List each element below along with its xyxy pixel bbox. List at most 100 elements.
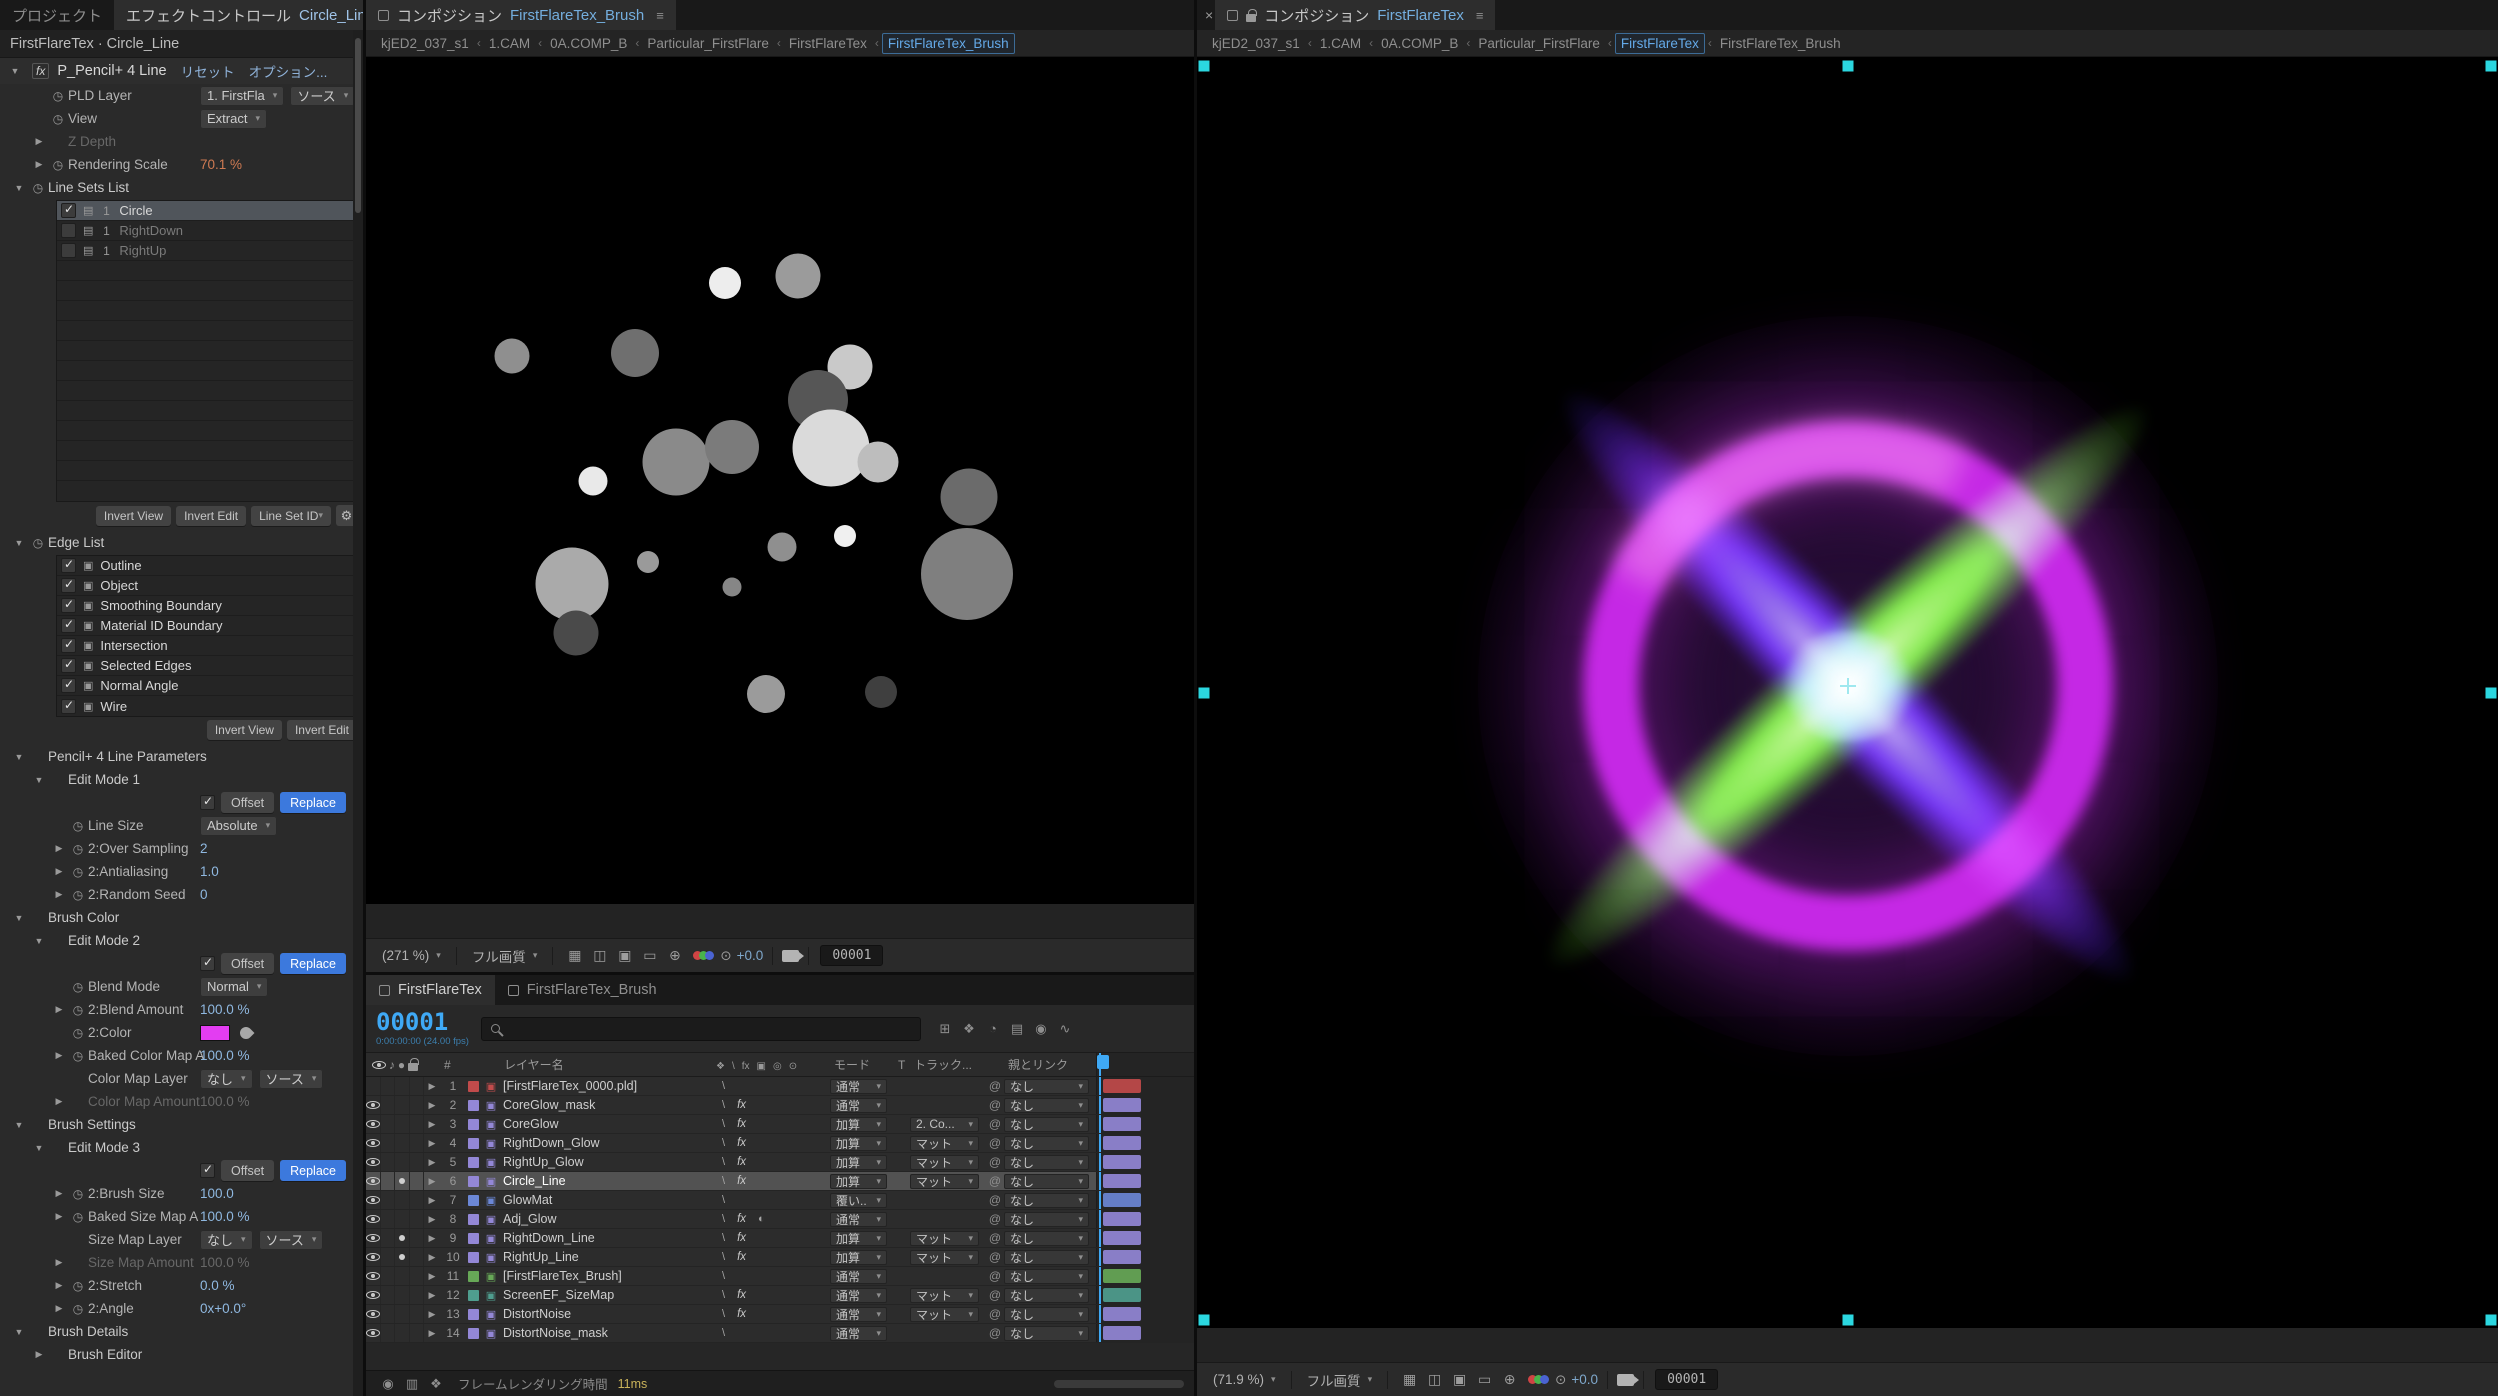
edge-list-row[interactable]: ▣Selected Edges xyxy=(57,656,356,676)
motion-blur-icon[interactable]: ◉ xyxy=(1029,1019,1053,1039)
layer-duration-bar[interactable] xyxy=(1103,1136,1141,1150)
pick-whip-icon[interactable]: @ xyxy=(986,1155,1004,1169)
lock-toggle[interactable] xyxy=(410,1210,424,1228)
invert-edit-button[interactable]: Invert Edit xyxy=(287,720,357,740)
view-options-icon[interactable]: ⊕ xyxy=(662,945,687,966)
invert-edit-button[interactable]: Invert Edit xyxy=(176,506,246,526)
layer-row[interactable]: ▶1▣[FirstFlareTex_0000.pld]\通常▾@なし▾ xyxy=(366,1077,1194,1096)
quality-switch-icon[interactable]: \ xyxy=(722,1289,725,1301)
mask-toggle-icon[interactable]: ◫ xyxy=(1422,1369,1447,1390)
fx-badge-icon[interactable]: fx xyxy=(737,1232,746,1244)
selection-handle[interactable] xyxy=(2486,61,2497,72)
stopwatch-icon[interactable]: ◷ xyxy=(68,842,88,856)
eye-toggle[interactable] xyxy=(366,1134,381,1152)
layer-name[interactable]: [FirstFlareTex_Brush] xyxy=(500,1269,712,1283)
selection-handle[interactable] xyxy=(2486,1315,2497,1326)
twirl-icon[interactable]: ▶ xyxy=(30,159,48,170)
selection-handle[interactable] xyxy=(1842,61,1853,72)
layer-twirl-icon[interactable]: ▶ xyxy=(424,1233,440,1244)
twirl-icon[interactable]: ▼ xyxy=(30,775,48,785)
solo-toggle[interactable] xyxy=(395,1077,410,1095)
layer-row[interactable]: ▶11▣[FirstFlareTex_Brush]\通常▾@なし▾ xyxy=(366,1267,1194,1286)
zoom-dropdown[interactable]: (71.9 %)▾ xyxy=(1207,1370,1282,1389)
mode-dropdown[interactable]: 覆い..▾ xyxy=(830,1193,887,1208)
stopwatch-icon[interactable]: ◷ xyxy=(68,1026,88,1040)
transparency-grid-icon[interactable]: ▦ xyxy=(1397,1369,1422,1390)
pick-whip-icon[interactable]: @ xyxy=(986,1117,1004,1131)
layer-twirl-icon[interactable]: ▶ xyxy=(424,1100,440,1111)
edge-checkbox[interactable] xyxy=(61,638,76,653)
line-set-empty-row[interactable] xyxy=(57,361,356,381)
audio-toggle[interactable] xyxy=(381,1096,395,1114)
param-value[interactable]: 100.0 % xyxy=(200,1002,250,1017)
trkmat-dropdown[interactable] xyxy=(910,1079,979,1094)
layer-twirl-icon[interactable]: ▶ xyxy=(424,1195,440,1206)
line-set-row[interactable]: ▤1RightDown xyxy=(57,221,356,241)
hide-shy-layers-icon[interactable]: ◔ xyxy=(981,1019,1005,1039)
layer-row[interactable]: ▶3▣CoreGlow\fx加算▾2. Co...▾@なし▾ xyxy=(366,1115,1194,1134)
trkmat-dropdown[interactable]: マット▾ xyxy=(910,1231,979,1246)
pick-whip-icon[interactable]: @ xyxy=(986,1174,1004,1188)
line-set-checkbox[interactable] xyxy=(61,203,76,218)
selection-handle[interactable] xyxy=(2486,687,2497,698)
stopwatch-icon[interactable]: ◷ xyxy=(68,1187,88,1201)
breadcrumb-item[interactable]: 0A.COMP_B xyxy=(1376,34,1463,53)
label-color-chip[interactable] xyxy=(468,1271,479,1282)
eye-toggle[interactable] xyxy=(366,1096,381,1114)
layer-track[interactable] xyxy=(1096,1077,1194,1095)
parent-link-column-header[interactable]: 親とリンク xyxy=(1004,1056,1096,1073)
pick-whip-icon[interactable]: @ xyxy=(986,1307,1004,1321)
horizontal-scrollbar[interactable] xyxy=(1054,1380,1184,1388)
twirl-icon[interactable]: ▶ xyxy=(50,1280,68,1291)
solo-toggle[interactable] xyxy=(395,1229,409,1247)
parent-dropdown[interactable]: なし▾ xyxy=(1004,1193,1089,1208)
line-set-id-button[interactable]: Line Set ID ▾ xyxy=(251,506,331,526)
mode-dropdown[interactable]: 加算▾ xyxy=(830,1117,887,1132)
audio-toggle[interactable] xyxy=(381,1153,395,1171)
param-value[interactable]: 1.0 xyxy=(200,864,219,879)
timeline-toggle-icon[interactable]: ▥ xyxy=(400,1374,424,1394)
lock-toggle[interactable] xyxy=(410,1153,424,1171)
layer-name[interactable]: CoreGlow xyxy=(500,1117,712,1131)
lock-toggle[interactable] xyxy=(410,1115,424,1133)
layer-duration-bar[interactable] xyxy=(1103,1079,1141,1093)
breadcrumb-item[interactable]: FirstFlareTex xyxy=(784,34,872,53)
quality-switch-icon[interactable]: \ xyxy=(722,1251,725,1263)
eye-toggle[interactable] xyxy=(366,1191,381,1209)
trkmat-dropdown[interactable]: マット▾ xyxy=(910,1307,979,1322)
mode-dropdown[interactable]: 通常▾ xyxy=(830,1269,887,1284)
layer-track[interactable] xyxy=(1096,1153,1194,1171)
color-swatch[interactable] xyxy=(200,1025,230,1041)
invert-view-button[interactable]: Invert View xyxy=(207,720,282,740)
parent-dropdown[interactable]: なし▾ xyxy=(1004,1231,1089,1246)
layer-name[interactable]: DistortNoise_mask xyxy=(500,1326,712,1340)
effect-options-button[interactable]: オプション... xyxy=(249,61,328,81)
parent-dropdown[interactable]: なし▾ xyxy=(1004,1250,1089,1265)
mode-dropdown[interactable]: 加算▾ xyxy=(830,1174,887,1189)
parent-dropdown[interactable]: なし▾ xyxy=(1004,1117,1089,1132)
line-set-empty-row[interactable] xyxy=(57,441,356,461)
trkmat-dropdown[interactable]: 2. Co...▾ xyxy=(910,1117,979,1132)
fx-badge-icon[interactable]: fx xyxy=(737,1289,746,1301)
param-dropdown[interactable]: Extract▾ xyxy=(200,109,267,129)
effect-panel-scrollbar[interactable] xyxy=(353,30,363,1396)
layer-row[interactable]: ▶8▣Adj_Glow\fx◐通常▾@なし▾ xyxy=(366,1210,1194,1229)
layer-name[interactable]: RightUp_Glow xyxy=(500,1155,712,1169)
line-set-empty-row[interactable] xyxy=(57,481,356,501)
timeline-toggle-icon[interactable]: ❖ xyxy=(424,1374,448,1394)
line-set-empty-row[interactable] xyxy=(57,421,356,441)
trkmat-column-header[interactable]: トラック... xyxy=(910,1056,986,1073)
trkmat-dropdown[interactable] xyxy=(910,1212,979,1227)
line-set-row[interactable]: ▤1Circle xyxy=(57,201,356,221)
line-set-checkbox[interactable] xyxy=(61,243,76,258)
layer-track[interactable] xyxy=(1096,1248,1194,1266)
label-color-chip[interactable] xyxy=(468,1081,479,1092)
label-color-chip[interactable] xyxy=(468,1252,479,1263)
solo-toggle[interactable] xyxy=(395,1153,409,1171)
fx-badge-icon[interactable]: fx xyxy=(737,1156,746,1168)
lock-toggle[interactable] xyxy=(410,1324,424,1342)
parent-dropdown[interactable]: なし▾ xyxy=(1004,1212,1089,1227)
param-dropdown[interactable]: なし▾ xyxy=(200,1230,253,1250)
layer-duration-bar[interactable] xyxy=(1103,1288,1141,1302)
edit-mode-checkbox[interactable] xyxy=(200,1163,215,1178)
